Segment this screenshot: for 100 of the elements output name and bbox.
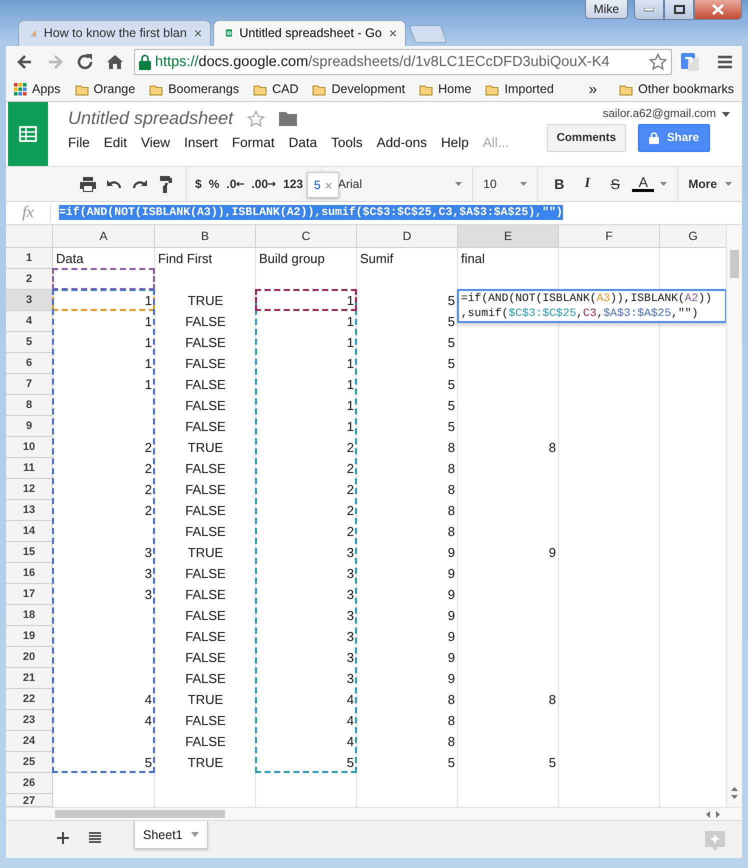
row-header[interactable]: 24 (6, 731, 53, 752)
row-header[interactable]: 8 (6, 395, 53, 416)
row-header[interactable]: 12 (6, 479, 53, 500)
browser-tab[interactable]: Untitled spreadsheet - Go × (213, 20, 406, 46)
row-header[interactable]: 15 (6, 542, 53, 564)
address-bar[interactable]: https://docs.google.com/spreadsheets/d/1v8LC1ECcDFD3ubiQouX-K4 (134, 48, 672, 75)
bookmark[interactable]: Boomerangs (149, 82, 240, 96)
row-header[interactable]: 16 (6, 563, 53, 584)
row-header[interactable]: 4 (6, 311, 53, 332)
table-cell-text: FALSE (184, 586, 227, 604)
format-button[interactable]: $ (193, 176, 204, 191)
format-button[interactable]: .00 (249, 176, 278, 191)
close-icon[interactable]: × (388, 25, 397, 42)
row-header[interactable]: 13 (6, 500, 53, 522)
column-header[interactable]: B (155, 225, 256, 248)
menu-item[interactable]: Format (224, 135, 282, 150)
italic-button[interactable]: I (576, 176, 598, 192)
menu-item[interactable]: Insert (177, 135, 225, 150)
more-bookmarks[interactable]: » (588, 80, 598, 98)
star-icon[interactable] (247, 110, 266, 128)
column-header[interactable]: D (357, 225, 458, 248)
folder-icon[interactable] (279, 111, 298, 126)
column-header[interactable]: F (559, 225, 660, 248)
format-button[interactable]: % (206, 176, 222, 191)
menu-item[interactable]: View (134, 135, 178, 150)
strikethrough-button[interactable]: S (604, 176, 626, 192)
row-header[interactable]: 19 (6, 626, 53, 648)
cell-editor[interactable]: =if(AND(NOT(ISBLANK(A3)),ISBLANK(A2)) ,sumif($C$3:$C$25,C3,$A$3:$A$25,"") (457, 289, 726, 324)
translate-icon[interactable] (680, 52, 700, 72)
sheet-tab[interactable]: Sheet1 (134, 821, 208, 850)
caret-icon[interactable] (660, 182, 668, 186)
menu-item[interactable]: Edit (96, 135, 134, 150)
column-header[interactable]: E (458, 225, 559, 248)
menu-item[interactable]: Add-ons (370, 135, 434, 150)
bookmark[interactable]: Other bookmarks (619, 82, 734, 96)
bookmark[interactable]: Orange (74, 82, 136, 96)
font-dropdown[interactable]: Arial (338, 176, 462, 191)
row-header[interactable]: 5 (6, 332, 53, 354)
bookmark[interactable]: CAD (253, 82, 298, 96)
scrollbar-thumb[interactable] (55, 810, 225, 818)
sheet-list-icon[interactable] (88, 831, 102, 844)
row-header[interactable]: 10 (6, 437, 53, 458)
row-header[interactable]: 14 (6, 521, 53, 542)
maximize-button[interactable] (664, 0, 694, 20)
row-header[interactable]: 2 (6, 269, 53, 290)
scroll-up-icon[interactable] (731, 787, 738, 792)
row-header[interactable]: 27 (6, 794, 53, 808)
row-header[interactable]: 7 (6, 374, 53, 396)
table-cell-text: FALSE (184, 712, 227, 730)
add-sheet-icon[interactable] (56, 831, 70, 846)
format-button[interactable]: 123 (281, 176, 306, 191)
sheets-logo[interactable] (8, 102, 48, 166)
row-header[interactable]: 21 (6, 668, 53, 690)
scrollbar-thumb[interactable] (730, 250, 739, 278)
format-button[interactable]: .0 (224, 176, 246, 191)
scroll-left-icon[interactable] (706, 810, 710, 818)
font-size-dropdown[interactable]: 10 (483, 176, 528, 191)
menu-icon[interactable] (716, 54, 734, 70)
column-header[interactable]: G (660, 225, 726, 248)
bookmark[interactable]: Home (419, 82, 472, 96)
row-header[interactable]: 17 (6, 584, 53, 606)
bookmark[interactable]: Development (312, 82, 406, 96)
bookmark[interactable]: Imported (485, 82, 554, 96)
scroll-down-icon[interactable] (731, 795, 738, 800)
close-icon[interactable]: × (194, 25, 202, 42)
menu-item[interactable]: Data (282, 135, 324, 150)
row-header[interactable]: 26 (6, 773, 53, 794)
comments-button[interactable]: Comments (546, 124, 626, 152)
scroll-right-icon[interactable] (716, 810, 720, 818)
table-cell-text: 5 (446, 376, 456, 394)
menu-item[interactable]: Tools (324, 135, 370, 150)
row-header[interactable]: 6 (6, 353, 53, 374)
row-header[interactable]: 1 (6, 248, 53, 270)
row-header[interactable]: 3 (6, 290, 53, 312)
minimize-icon (644, 8, 654, 12)
star-icon[interactable] (649, 52, 667, 71)
document-title[interactable]: Untitled spreadsheet (68, 108, 234, 130)
table-cell-text: 1 (144, 355, 153, 374)
row-header[interactable]: 25 (6, 752, 53, 774)
account-menu[interactable]: sailor.a62@gmail.com (602, 108, 730, 120)
profile-button[interactable]: Mike (584, 0, 628, 19)
close-button[interactable] (694, 0, 742, 20)
row-header[interactable]: 20 (6, 647, 53, 668)
text-color-button[interactable]: A (632, 175, 654, 192)
more-button[interactable]: More (688, 176, 732, 191)
row-header[interactable]: 22 (6, 689, 53, 710)
row-header[interactable]: 23 (6, 710, 53, 732)
column-header[interactable]: A (53, 225, 155, 248)
bookmark[interactable]: Apps (14, 82, 60, 96)
column-header[interactable]: C (256, 225, 357, 248)
menu-item[interactable]: Help (434, 135, 476, 150)
browser-tab[interactable]: How to know the first blan × (18, 20, 211, 46)
formula-input[interactable]: =if(AND(NOT(ISBLANK(A3)),ISBLANK(A2)),sumif($C$3:$C$25,C3,$A$3:$A$25),"") (59, 205, 563, 220)
row-header[interactable]: 9 (6, 416, 53, 438)
bold-button[interactable]: B (548, 176, 570, 192)
menu-item[interactable]: File (68, 135, 97, 150)
minimize-button[interactable] (634, 0, 664, 20)
folder-icon (619, 82, 634, 96)
row-header[interactable]: 11 (6, 458, 53, 480)
row-header[interactable]: 18 (6, 605, 53, 626)
